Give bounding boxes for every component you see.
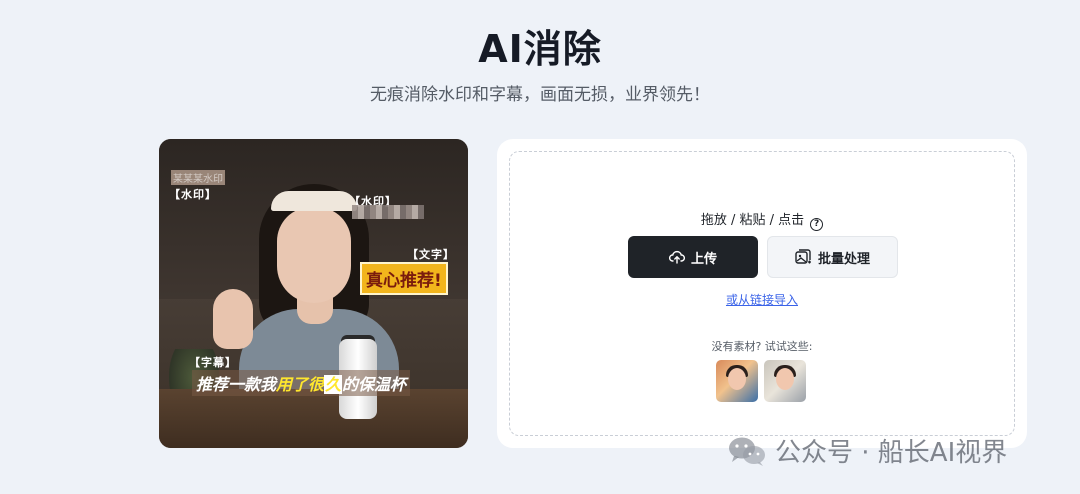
- subtitle-part-before: 推荐一款我: [196, 375, 277, 394]
- table-surface: [159, 389, 468, 448]
- upload-button-label: 上传: [690, 250, 717, 266]
- demo-preview-image: 某某某水印 【水印】 【水印】 【文字】 真心推荐! 【字幕】 推荐一款我用了很…: [159, 139, 468, 448]
- batch-process-button[interactable]: 批量处理: [767, 236, 898, 278]
- sample-list: [716, 360, 806, 402]
- subtitle-caption: 推荐一款我用了很久的保温杯: [192, 370, 411, 396]
- import-from-link[interactable]: 或从链接导入: [510, 291, 1014, 308]
- wechat-watermark: 公众号 · 船长AI视界: [727, 432, 1007, 469]
- sample-face: [728, 368, 746, 390]
- upload-dropzone[interactable]: 拖放 / 粘贴 / 点击? 上传 批量处理 或从链接导入 没有素材? 试试这些:: [509, 151, 1015, 436]
- page-subtitle: 无痕消除水印和字幕，画面无损，业界领先！: [370, 85, 710, 105]
- cloud-upload-icon: [668, 251, 685, 264]
- sample-image-man[interactable]: [764, 360, 806, 402]
- watermark-text: 公众号 · 船长AI视界: [775, 438, 1008, 468]
- sample-image-woman[interactable]: [716, 360, 758, 402]
- label-watermark-1: 【水印】: [169, 188, 217, 201]
- person-headband: [271, 191, 357, 211]
- subtitle-part-highlight: 用了很: [276, 375, 325, 394]
- subtitle-part-boxed: 久: [324, 375, 343, 394]
- subtitle-part-after: 的保温杯: [342, 375, 407, 394]
- batch-button-label: 批量处理: [817, 250, 870, 266]
- sample-face: [776, 368, 794, 390]
- help-icon[interactable]: ?: [810, 218, 824, 231]
- upload-panel: 拖放 / 粘贴 / 点击? 上传 批量处理 或从链接导入 没有素材? 试试这些:: [497, 139, 1027, 448]
- mosaic-watermark: [352, 205, 424, 219]
- person-face: [277, 207, 351, 303]
- drop-hint-text: 拖放 / 粘贴 / 点击: [700, 213, 805, 228]
- label-subtitle: 【字幕】: [189, 356, 237, 369]
- person-hand: [213, 289, 253, 349]
- wechat-icon: [729, 437, 765, 466]
- image-stack-icon: [795, 249, 811, 264]
- page-title: AI消除: [478, 27, 602, 71]
- label-text: 【文字】: [407, 248, 455, 261]
- sample-watermark-text: 某某某水印: [171, 170, 225, 185]
- sticker-text: 真心推荐!: [360, 262, 448, 295]
- upload-button[interactable]: 上传: [628, 236, 758, 278]
- drop-hint: 拖放 / 粘贴 / 点击?: [510, 209, 1014, 231]
- try-samples-label: 没有素材? 试试这些:: [711, 340, 813, 353]
